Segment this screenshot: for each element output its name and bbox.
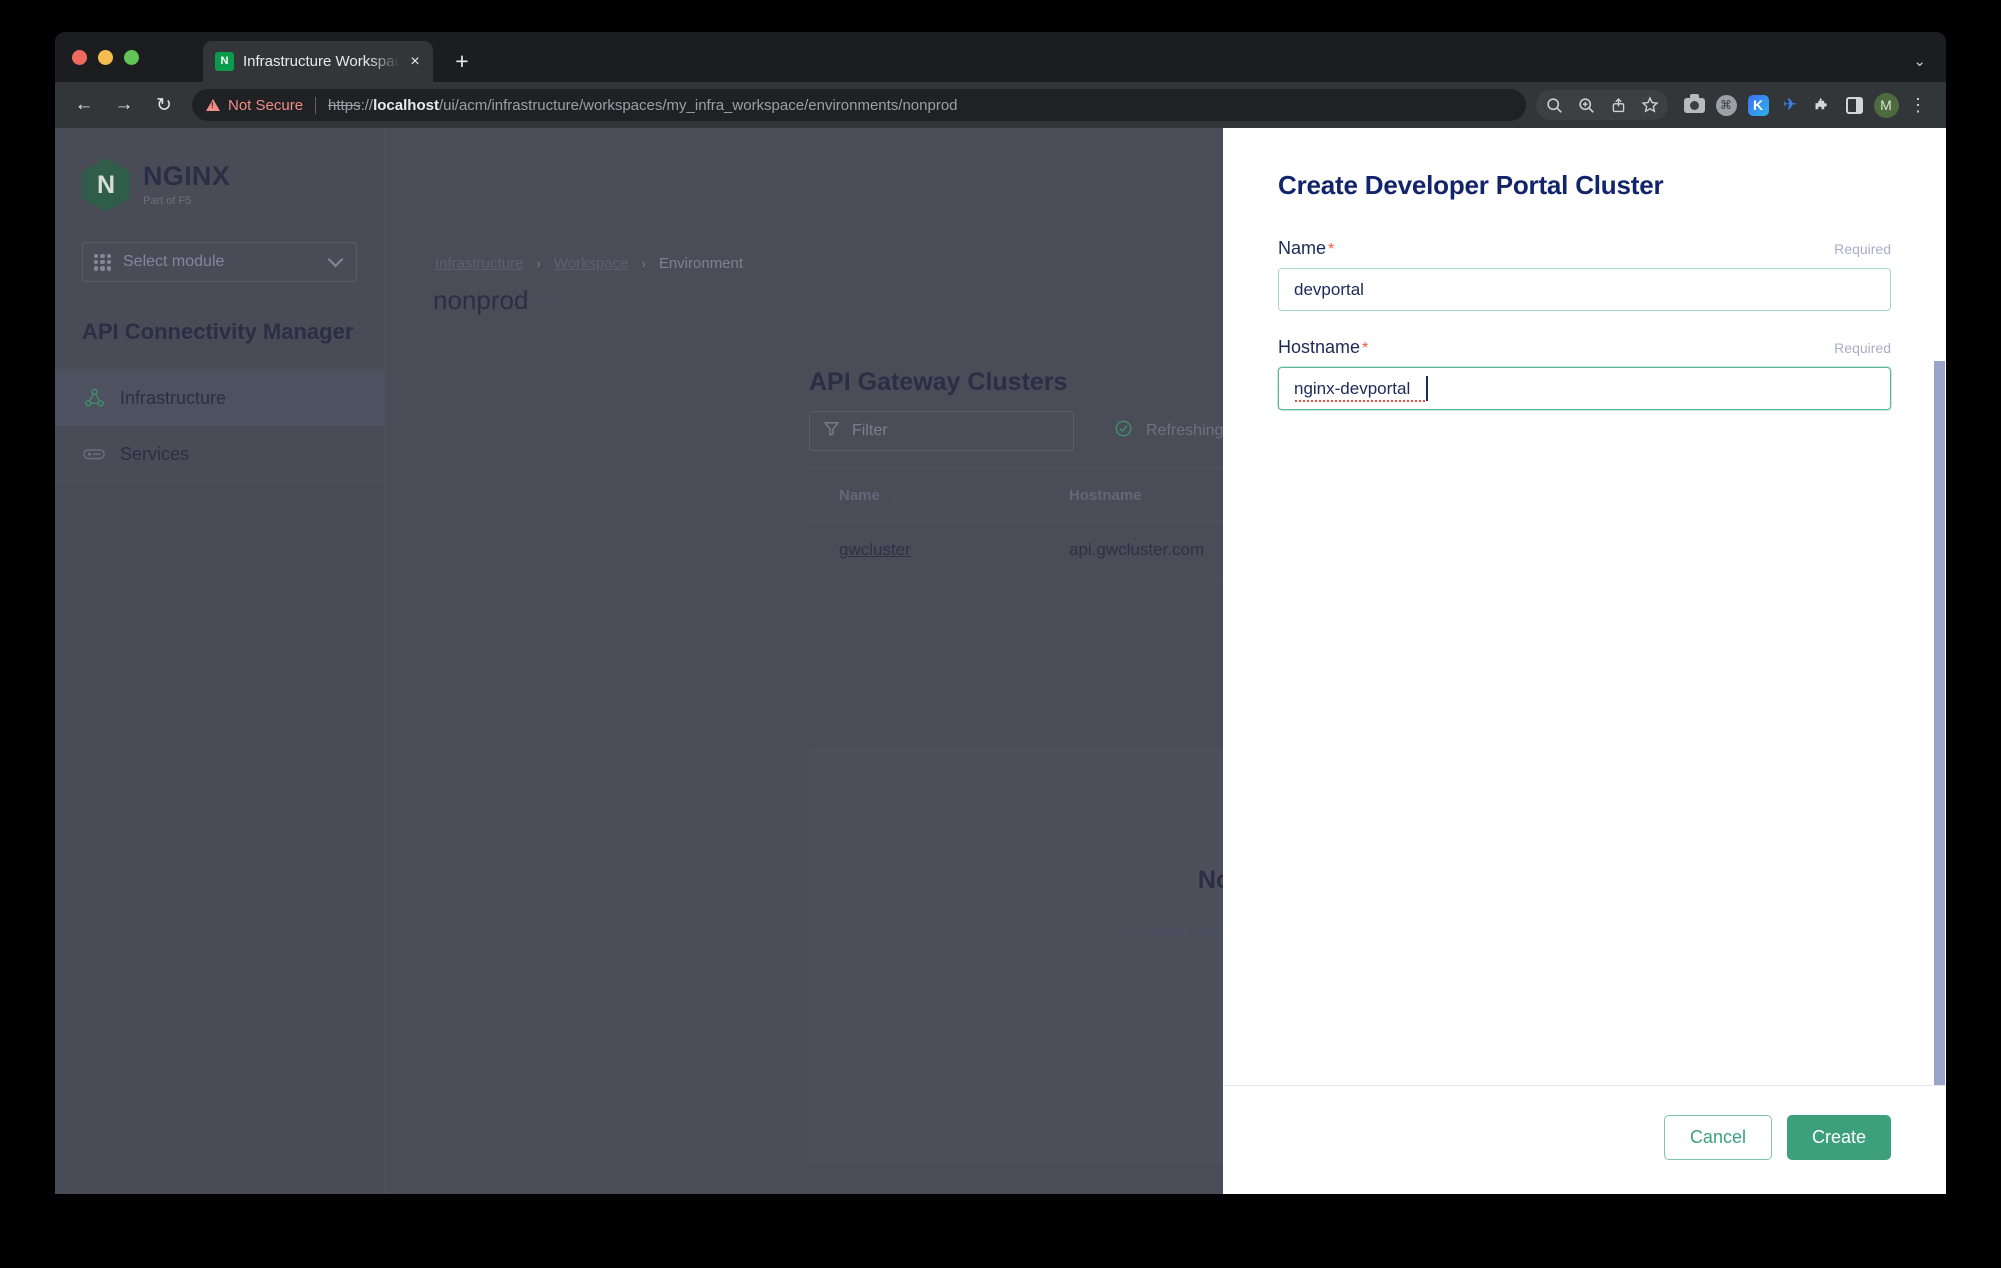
- close-icon[interactable]: ×: [405, 54, 425, 70]
- chevron-down-icon: [536, 291, 550, 305]
- chrome-menu-icon[interactable]: ⋮: [1902, 89, 1934, 121]
- side-panel-icon[interactable]: [1838, 89, 1870, 121]
- window-minimize-button[interactable]: [98, 50, 113, 65]
- sidebar-item-label: Services: [120, 444, 189, 465]
- column-header-label: Name: [839, 487, 880, 504]
- back-button[interactable]: ←: [67, 88, 101, 122]
- required-asterisk: *: [1328, 241, 1334, 258]
- url-scheme: https: [328, 97, 361, 114]
- sidebar-nav: Infrastructure Services: [55, 370, 384, 482]
- page-title: nonprod: [433, 285, 528, 316]
- url-scheme-suffix: ://: [361, 97, 374, 114]
- create-developer-portal-cluster-drawer: Create Developer Portal Cluster Name* Re…: [1223, 128, 1946, 1194]
- field-label-group: Name*: [1278, 238, 1334, 259]
- required-hint: Required: [1834, 340, 1891, 356]
- window-traffic-lights: [72, 50, 139, 65]
- required-asterisk: *: [1362, 340, 1368, 357]
- app-sidebar: N NGINX Part of F5 Select module API Con…: [55, 128, 385, 1194]
- cluster-link[interactable]: gwcluster: [839, 540, 911, 559]
- share-icon[interactable]: [1602, 89, 1634, 121]
- module-select-dropdown[interactable]: Select module: [82, 242, 357, 282]
- cancel-button[interactable]: Cancel: [1664, 1115, 1772, 1160]
- breadcrumb: Infrastructure › Workspace › Environment: [435, 255, 743, 272]
- url-host: localhost: [373, 97, 439, 114]
- forward-button[interactable]: →: [107, 88, 141, 122]
- create-button[interactable]: Create: [1787, 1115, 1891, 1160]
- k-extension-icon[interactable]: K: [1742, 89, 1774, 121]
- page-viewport: N NGINX Part of F5 Select module API Con…: [55, 128, 1946, 1194]
- funnel-icon: [823, 420, 840, 442]
- puzzle-extensions-icon[interactable]: [1806, 89, 1838, 121]
- drawer-scrollbar-thumb[interactable]: [1934, 361, 1945, 1085]
- text-caret: [1426, 376, 1428, 401]
- sidebar-item-services[interactable]: Services: [55, 426, 384, 482]
- hostname-input[interactable]: [1278, 367, 1891, 410]
- nginx-favicon: N: [215, 52, 234, 71]
- chevron-down-icon: [328, 252, 344, 268]
- brand-name: NGINX: [143, 163, 230, 190]
- url-text: https://localhost/ui/acm/infrastructure/…: [328, 97, 957, 114]
- field-name: Name* Required: [1278, 238, 1891, 311]
- browser-tab-active[interactable]: N Infrastructure Workspaces - N ×: [203, 41, 433, 82]
- cell-name: gwcluster: [839, 540, 1069, 560]
- drawer-scrollbar[interactable]: [1934, 361, 1945, 1085]
- brand-tagline: Part of F5: [143, 195, 230, 207]
- field-label: Name: [1278, 238, 1326, 258]
- browser-window: N Infrastructure Workspaces - N × + ⌄ ← …: [55, 32, 1946, 1194]
- field-label: Hostname: [1278, 337, 1360, 357]
- sort-ascending-icon: ↑: [892, 488, 899, 503]
- screenshot-extension-icon[interactable]: [1678, 89, 1710, 121]
- toolbar-icon-group: ⌘ K ✈ M ⋮: [1536, 89, 1946, 121]
- page-title-row[interactable]: nonprod: [433, 285, 548, 316]
- omnibox-action-pill: [1536, 90, 1668, 120]
- services-pill-icon: [82, 447, 106, 461]
- sidebar-app-title: API Connectivity Manager: [82, 319, 384, 369]
- warning-triangle-icon: [206, 99, 220, 111]
- bookmark-star-icon[interactable]: [1634, 89, 1666, 121]
- zoom-in-icon[interactable]: [1570, 89, 1602, 121]
- topology-icon: [82, 388, 106, 409]
- breadcrumb-separator: ›: [536, 256, 540, 271]
- plane-extension-icon[interactable]: ✈: [1774, 89, 1806, 121]
- section-title: API Gateway Clusters: [809, 368, 1067, 397]
- address-bar[interactable]: Not Secure https://localhost/ui/acm/infr…: [192, 89, 1526, 121]
- drawer-title: Create Developer Portal Cluster: [1278, 170, 1891, 201]
- window-close-button[interactable]: [72, 50, 87, 65]
- table-toolbar: Filter Refreshing ...: [809, 411, 1241, 451]
- grid-icon: [94, 254, 111, 271]
- browser-tab-strip: N Infrastructure Workspaces - N × + ⌄: [55, 32, 1946, 82]
- filter-input[interactable]: Filter: [809, 411, 1074, 451]
- field-label-group: Hostname*: [1278, 337, 1368, 358]
- new-tab-button[interactable]: +: [449, 49, 475, 75]
- column-header-name[interactable]: Name ↑: [839, 487, 1069, 504]
- profile-avatar[interactable]: M: [1870, 89, 1902, 121]
- drawer-footer: Cancel Create: [1223, 1085, 1946, 1194]
- omnibox-divider: [315, 97, 316, 114]
- breadcrumb-item-environment: Environment: [659, 255, 743, 272]
- sidebar-item-infrastructure[interactable]: Infrastructure: [55, 370, 384, 426]
- module-select-placeholder: Select module: [123, 253, 330, 271]
- command-extension-icon[interactable]: ⌘: [1710, 89, 1742, 121]
- required-hint: Required: [1834, 241, 1891, 257]
- check-circle-icon: [1114, 419, 1133, 443]
- breadcrumb-item-workspace[interactable]: Workspace: [554, 255, 629, 272]
- field-hostname: Hostname* Required: [1278, 337, 1891, 410]
- breadcrumb-separator: ›: [641, 256, 645, 271]
- filter-placeholder: Filter: [852, 422, 888, 440]
- brand-logo: N NGINX Part of F5: [55, 128, 384, 212]
- not-secure-label: Not Secure: [228, 97, 303, 114]
- chevron-down-icon[interactable]: ⌄: [1913, 52, 1926, 70]
- nginx-hex-icon: N: [82, 158, 130, 212]
- sidebar-item-label: Infrastructure: [120, 388, 226, 409]
- url-path: /ui/acm/infrastructure/workspaces/my_inf…: [439, 97, 958, 114]
- drawer-body: Name* Required Hostname* Required: [1223, 201, 1946, 1085]
- name-input[interactable]: [1278, 268, 1891, 311]
- browser-tab-title: Infrastructure Workspaces - N: [243, 53, 403, 70]
- search-icon[interactable]: [1538, 89, 1570, 121]
- browser-toolbar: ← → ↻ Not Secure https://localhost/ui/ac…: [55, 82, 1946, 128]
- reload-button[interactable]: ↻: [147, 88, 181, 122]
- drawer-header: Create Developer Portal Cluster: [1223, 128, 1946, 201]
- window-maximize-button[interactable]: [124, 50, 139, 65]
- breadcrumb-item-infrastructure[interactable]: Infrastructure: [435, 255, 523, 272]
